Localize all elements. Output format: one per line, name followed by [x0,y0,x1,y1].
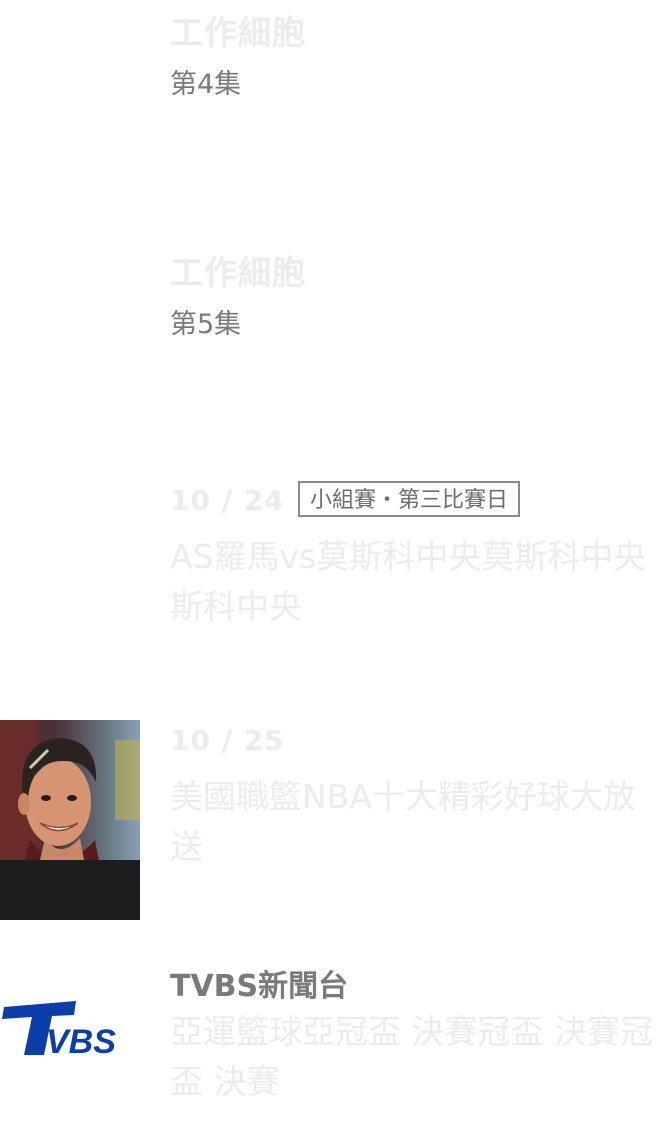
list-item[interactable]: 工作細胞 第5集 [0,240,668,470]
tvbs-logo-icon: VBS [0,999,140,1061]
program-description: 美國職籃NBA十大精彩好球大放送 [170,777,636,866]
episode-label: 第4集 [170,69,242,100]
match-date: 10 / 24 [170,484,285,517]
episode-label: 第5集 [170,309,242,340]
stage-badge: 小組賽・第三比賽日 [298,481,521,517]
program-description: 亞運籃球亞冠盃 決賽冠盃 決賽冠盃 決賽 [170,1012,653,1101]
match-date: 10 / 25 [170,724,285,757]
program-title: 工作細胞 [170,253,306,292]
soccer-player-photo-icon [0,720,140,920]
list-item[interactable]: 10 / 25 美國職籃NBA十大精彩好球大放送 [0,720,668,920]
program-title: 工作細胞 [170,13,306,52]
svg-text:VBS: VBS [46,1023,116,1061]
list-item[interactable]: VBS TVBS新聞台 亞運籃球亞冠盃 決賽冠盃 決賽冠盃 決賽 [0,955,668,1148]
list-item[interactable]: 工作細胞 第4集 [0,0,668,230]
program-description: AS羅馬vs莫斯科中央莫斯科中央斯科中央 [170,537,647,626]
list-item[interactable]: 10 / 24 小組賽・第三比賽日 AS羅馬vs莫斯科中央莫斯科中央斯科中央 [0,480,668,710]
channel-name: TVBS新聞台 [170,969,349,1004]
